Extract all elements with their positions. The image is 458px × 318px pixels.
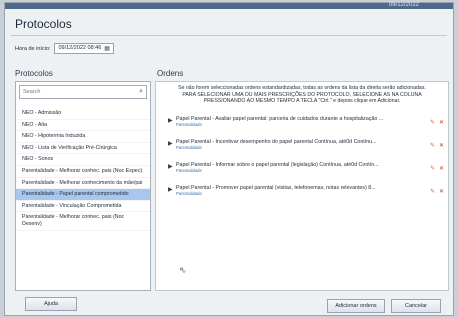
top-strip-text: 09/12/2022 bbox=[388, 2, 419, 8]
list-item[interactable]: Parentalidade - Melhorar conhec. pais (N… bbox=[16, 212, 150, 231]
list-item[interactable]: Parentalidade - Vinculação Comprometida bbox=[16, 201, 150, 213]
order-actions: ✎ ✕ bbox=[430, 165, 444, 172]
instructions-line-3: PRESSIONANDO AO MESMO TEMPO A TECLA "Ctr… bbox=[203, 98, 401, 104]
order-category: Parentalidade bbox=[176, 191, 202, 196]
order-row[interactable]: ▶ Papel Parental - Promover papel parent… bbox=[168, 185, 444, 205]
start-time-row: Hora de início: 09/12/2022 08:46 ▦ bbox=[15, 43, 114, 54]
search-icon[interactable]: ⌕ bbox=[139, 88, 143, 96]
list-item[interactable]: NEO - Admissão bbox=[16, 108, 150, 120]
orders-list: ▶ Papel Parental - Avaliar papel parenta… bbox=[168, 116, 444, 208]
search-input[interactable] bbox=[23, 89, 123, 95]
order-row[interactable]: ▶ Papel Parental - Informar sobre o pape… bbox=[168, 162, 444, 182]
order-title: Papel Parental - Avaliar papel parental:… bbox=[176, 116, 384, 122]
start-time-label: Hora de início: bbox=[15, 45, 51, 52]
order-category: Parentalidade bbox=[176, 145, 202, 150]
order-text: Papel Parental - Avaliar papel parental:… bbox=[176, 116, 430, 127]
instructions-text: Se não forem seleccionadas ordens estand… bbox=[156, 82, 448, 108]
list-item[interactable]: NEO - Hipotermia Induzida bbox=[16, 131, 150, 143]
instructions-line-1: Se não forem seleccionadas ordens estand… bbox=[178, 85, 426, 91]
list-item[interactable]: NEO - Lista de Verificação Pré-Cirúrgica bbox=[16, 143, 150, 155]
window-title: Protocolos bbox=[15, 17, 72, 31]
mouse-cursor-icon: ⇖ bbox=[179, 265, 187, 275]
order-row[interactable]: ▶ Papel Parental - Avaliar papel parenta… bbox=[168, 116, 444, 136]
order-category: Parentalidade bbox=[176, 122, 202, 127]
calendar-icon[interactable]: ▦ bbox=[104, 45, 110, 52]
help-button[interactable]: Ajuda bbox=[25, 297, 77, 311]
delete-icon[interactable]: ✕ bbox=[439, 188, 444, 195]
order-actions: ✎ ✕ bbox=[430, 119, 444, 126]
top-strip: 09/12/2022 bbox=[5, 2, 453, 9]
list-item[interactable]: NEO - Sonos bbox=[16, 154, 150, 167]
order-actions: ✎ ✕ bbox=[430, 188, 444, 195]
delete-icon[interactable]: ✕ bbox=[439, 165, 444, 172]
order-icon: ▶ bbox=[168, 187, 173, 193]
cancel-button[interactable]: Cancelar bbox=[391, 299, 441, 313]
delete-icon[interactable]: ✕ bbox=[439, 142, 444, 149]
start-time-value: 09/12/2022 08:46 bbox=[58, 45, 102, 51]
order-icon: ▶ bbox=[168, 164, 173, 170]
edit-icon[interactable]: ✎ bbox=[430, 142, 435, 149]
edit-icon[interactable]: ✎ bbox=[430, 165, 435, 172]
delete-icon[interactable]: ✕ bbox=[439, 119, 444, 126]
title-divider bbox=[11, 35, 447, 36]
start-time-field[interactable]: 09/12/2022 08:46 ▦ bbox=[54, 43, 114, 54]
protocols-header: Protocolos bbox=[15, 69, 53, 78]
search-box: ⌕ bbox=[19, 85, 147, 99]
orders-header: Ordens bbox=[157, 69, 184, 78]
order-category: Parentalidade bbox=[176, 168, 202, 173]
protocols-window: 09/12/2022 Protocolos Hora de início: 09… bbox=[4, 2, 454, 316]
list-item[interactable]: Parentalidade - Melhorar conhecimento da… bbox=[16, 178, 150, 190]
order-text: Papel Parental - Promover papel parental… bbox=[176, 185, 430, 196]
protocols-panel: ⌕ NEO - Admissão NEO - Alta NEO - Hipote… bbox=[15, 81, 151, 291]
orders-panel: Se não forem seleccionadas ordens estand… bbox=[155, 81, 449, 291]
order-row[interactable]: ▶ Papel Parental - Incentivar desempenho… bbox=[168, 139, 444, 159]
list-item[interactable]: NEO - Alta bbox=[16, 120, 150, 132]
order-text: Papel Parental - Incentivar desempenho d… bbox=[176, 139, 430, 150]
list-item-selected[interactable]: Parentalidade - Papel parental compromet… bbox=[16, 189, 150, 201]
add-orders-button[interactable]: Adicionar ordens bbox=[327, 299, 385, 313]
list-item[interactable]: Parentalidade - Melhorar conhec. pais (N… bbox=[16, 166, 150, 178]
protocols-list: NEO - Admissão NEO - Alta NEO - Hipoterm… bbox=[16, 108, 150, 231]
edit-icon[interactable]: ✎ bbox=[430, 188, 435, 195]
order-icon: ▶ bbox=[168, 118, 173, 124]
edit-icon[interactable]: ✎ bbox=[430, 119, 435, 126]
order-actions: ✎ ✕ bbox=[430, 142, 444, 149]
order-icon: ▶ bbox=[168, 141, 173, 147]
order-text: Papel Parental - Informar sobre o papel … bbox=[176, 162, 430, 173]
